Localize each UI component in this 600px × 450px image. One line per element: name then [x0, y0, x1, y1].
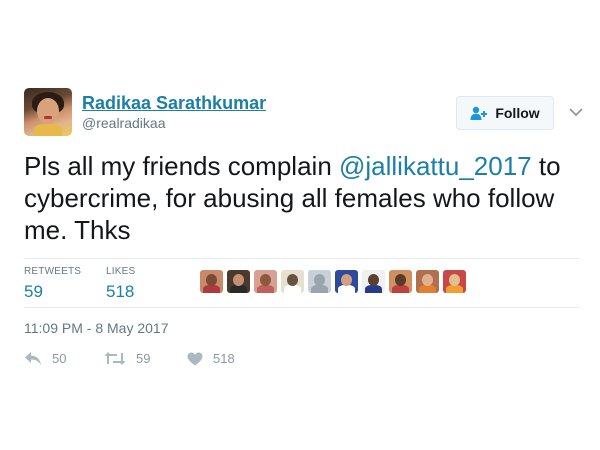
avatar[interactable] — [24, 88, 72, 136]
liker-avatar[interactable] — [416, 270, 439, 293]
reply-count: 50 — [52, 351, 67, 366]
divider — [24, 307, 580, 308]
liker-avatar[interactable] — [389, 270, 412, 293]
tweet-text-prefix: Pls all my friends complain — [24, 151, 339, 181]
follow-button[interactable]: Follow — [456, 96, 554, 130]
retweet-icon — [104, 352, 126, 365]
retweet-count: 59 — [136, 351, 151, 366]
liker-avatar[interactable] — [335, 270, 358, 293]
liker-avatar[interactable] — [254, 270, 277, 293]
reply-icon — [25, 352, 41, 365]
reply-button[interactable]: 50 — [24, 351, 66, 366]
liker-avatar[interactable] — [362, 270, 385, 293]
follow-person-icon — [470, 106, 488, 120]
retweets-count: 59 — [24, 282, 43, 301]
display-name-link[interactable]: Radikaa Sarathkumar — [82, 93, 266, 114]
likes-count: 518 — [106, 282, 135, 301]
liker-avatar[interactable] — [227, 270, 250, 293]
divider — [24, 258, 580, 259]
liker-avatars — [200, 270, 466, 293]
retweets-label: RETWEETS — [24, 266, 82, 277]
liker-avatar[interactable] — [281, 270, 304, 293]
screen-name: @realradikaa — [82, 115, 166, 131]
liker-avatar[interactable] — [308, 270, 331, 293]
retweets-stat[interactable]: RETWEETS 59 — [24, 266, 81, 302]
timestamp[interactable]: 11:09 PM - 8 May 2017 — [24, 320, 168, 336]
like-button[interactable]: 518 — [187, 351, 235, 366]
retweet-button[interactable]: 59 — [104, 351, 150, 366]
likes-label: LIKES — [106, 266, 136, 277]
chevron-down-icon[interactable] — [568, 104, 584, 120]
heart-icon — [187, 352, 203, 365]
mention-link[interactable]: @jallikattu_2017 — [339, 151, 532, 181]
tweet-card: Radikaa Sarathkumar @realradikaa Follow … — [0, 0, 600, 450]
liker-avatar[interactable] — [200, 270, 223, 293]
tweet-text: Pls all my friends complain @jallikattu_… — [24, 150, 580, 246]
like-count: 518 — [213, 351, 235, 366]
follow-button-label: Follow — [495, 105, 540, 121]
liker-avatar[interactable] — [443, 270, 466, 293]
likes-stat[interactable]: LIKES 518 — [106, 266, 135, 302]
